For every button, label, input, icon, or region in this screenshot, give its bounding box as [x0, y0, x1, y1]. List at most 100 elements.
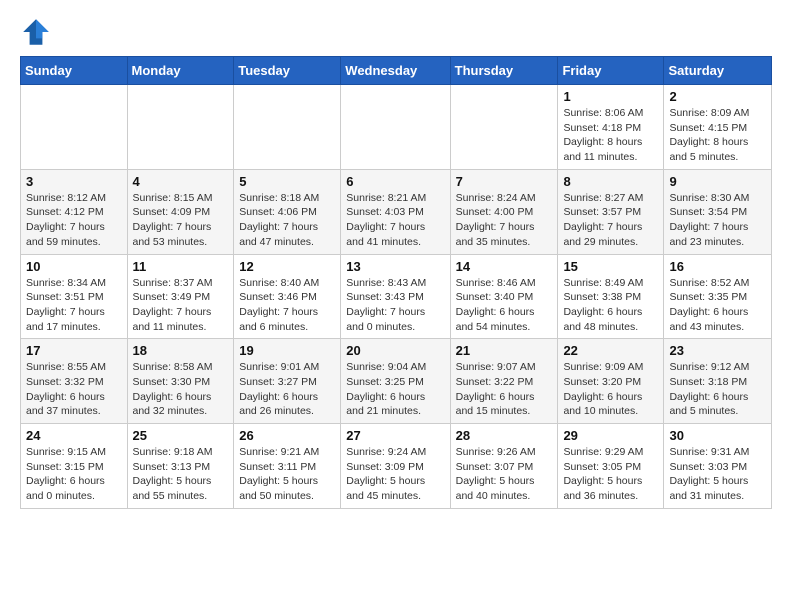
day-info: Sunrise: 9:18 AM Sunset: 3:13 PM Dayligh… [133, 445, 229, 504]
empty-cell [341, 85, 450, 170]
day-info: Sunrise: 8:34 AM Sunset: 3:51 PM Dayligh… [26, 276, 122, 335]
day-number: 1 [563, 89, 658, 104]
day-number: 16 [669, 259, 766, 274]
empty-cell [450, 85, 558, 170]
day-cell-1: 1 Sunrise: 8:06 AM Sunset: 4:18 PM Daylig… [558, 85, 664, 170]
weekday-header-row: SundayMondayTuesdayWednesdayThursdayFrid… [21, 57, 772, 85]
day-info: Sunrise: 8:27 AM Sunset: 3:57 PM Dayligh… [563, 191, 658, 250]
day-number: 8 [563, 174, 658, 189]
day-cell-25: 25 Sunrise: 9:18 AM Sunset: 3:13 PM Dayli… [127, 424, 234, 509]
day-info: Sunrise: 8:55 AM Sunset: 3:32 PM Dayligh… [26, 360, 122, 419]
empty-cell [21, 85, 128, 170]
day-cell-4: 4Sunrise: 8:15 AM Sunset: 4:09 PM Daylig… [127, 169, 234, 254]
day-number: 27 [346, 428, 444, 443]
day-number: 15 [563, 259, 658, 274]
day-cell-15: 15 Sunrise: 8:49 AM Sunset: 3:38 PM Dayli… [558, 254, 664, 339]
day-cell-21: 21 Sunrise: 9:07 AM Sunset: 3:22 PM Dayli… [450, 339, 558, 424]
day-cell-18: 18 Sunrise: 8:58 AM Sunset: 3:30 PM Dayli… [127, 339, 234, 424]
day-cell-3: 3 Sunrise: 8:12 AM Sunset: 4:12 PM Daylig… [21, 169, 128, 254]
day-cell-6: 6 Sunrise: 8:21 AM Sunset: 4:03 PM Daylig… [341, 169, 450, 254]
day-number: 28 [456, 428, 553, 443]
day-info: Sunrise: 9:21 AM Sunset: 3:11 PM Dayligh… [239, 445, 335, 504]
day-info: Sunrise: 8:30 AM Sunset: 3:54 PM Dayligh… [669, 191, 766, 250]
day-info: Sunrise: 9:24 AM Sunset: 3:09 PM Dayligh… [346, 445, 444, 504]
logo [20, 16, 56, 48]
day-cell-8: 8 Sunrise: 8:27 AM Sunset: 3:57 PM Daylig… [558, 169, 664, 254]
day-cell-9: 9 Sunrise: 8:30 AM Sunset: 3:54 PM Daylig… [664, 169, 772, 254]
day-number: 6 [346, 174, 444, 189]
day-cell-7: 7 Sunrise: 8:24 AM Sunset: 4:00 PM Daylig… [450, 169, 558, 254]
page-header [20, 16, 772, 48]
day-info: Sunrise: 9:12 AM Sunset: 3:18 PM Dayligh… [669, 360, 766, 419]
day-cell-30: 30Sunrise: 9:31 AM Sunset: 3:03 PM Dayli… [664, 424, 772, 509]
weekday-header-thursday: Thursday [450, 57, 558, 85]
day-number: 25 [133, 428, 229, 443]
day-info: Sunrise: 8:09 AM Sunset: 4:15 PM Dayligh… [669, 106, 766, 165]
day-number: 9 [669, 174, 766, 189]
day-cell-26: 26 Sunrise: 9:21 AM Sunset: 3:11 PM Dayli… [234, 424, 341, 509]
day-cell-20: 20 Sunrise: 9:04 AM Sunset: 3:25 PM Dayli… [341, 339, 450, 424]
day-cell-5: 5 Sunrise: 8:18 AM Sunset: 4:06 PM Daylig… [234, 169, 341, 254]
day-cell-23: 23Sunrise: 9:12 AM Sunset: 3:18 PM Dayli… [664, 339, 772, 424]
day-cell-29: 29Sunrise: 9:29 AM Sunset: 3:05 PM Dayli… [558, 424, 664, 509]
day-number: 10 [26, 259, 122, 274]
day-number: 3 [26, 174, 122, 189]
day-number: 18 [133, 343, 229, 358]
weekday-header-wednesday: Wednesday [341, 57, 450, 85]
day-number: 29 [563, 428, 658, 443]
day-info: Sunrise: 8:06 AM Sunset: 4:18 PM Dayligh… [563, 106, 658, 165]
day-cell-13: 13Sunrise: 8:43 AM Sunset: 3:43 PM Dayli… [341, 254, 450, 339]
day-number: 19 [239, 343, 335, 358]
day-number: 24 [26, 428, 122, 443]
day-cell-16: 16 Sunrise: 8:52 AM Sunset: 3:35 PM Dayli… [664, 254, 772, 339]
week-row: 24 Sunrise: 9:15 AM Sunset: 3:15 PM Dayli… [21, 424, 772, 509]
week-row: 3 Sunrise: 8:12 AM Sunset: 4:12 PM Daylig… [21, 169, 772, 254]
calendar-table: SundayMondayTuesdayWednesdayThursdayFrid… [20, 56, 772, 509]
day-number: 12 [239, 259, 335, 274]
week-row: 10 Sunrise: 8:34 AM Sunset: 3:51 PM Dayli… [21, 254, 772, 339]
weekday-header-monday: Monday [127, 57, 234, 85]
day-cell-28: 28Sunrise: 9:26 AM Sunset: 3:07 PM Dayli… [450, 424, 558, 509]
day-number: 26 [239, 428, 335, 443]
day-number: 4 [133, 174, 229, 189]
day-info: Sunrise: 9:04 AM Sunset: 3:25 PM Dayligh… [346, 360, 444, 419]
day-cell-19: 19Sunrise: 9:01 AM Sunset: 3:27 PM Dayli… [234, 339, 341, 424]
day-info: Sunrise: 8:52 AM Sunset: 3:35 PM Dayligh… [669, 276, 766, 335]
day-info: Sunrise: 8:40 AM Sunset: 3:46 PM Dayligh… [239, 276, 335, 335]
weekday-header-tuesday: Tuesday [234, 57, 341, 85]
day-info: Sunrise: 8:12 AM Sunset: 4:12 PM Dayligh… [26, 191, 122, 250]
day-number: 2 [669, 89, 766, 104]
day-info: Sunrise: 8:46 AM Sunset: 3:40 PM Dayligh… [456, 276, 553, 335]
day-cell-17: 17 Sunrise: 8:55 AM Sunset: 3:32 PM Dayli… [21, 339, 128, 424]
weekday-header-friday: Friday [558, 57, 664, 85]
week-row: 1 Sunrise: 8:06 AM Sunset: 4:18 PM Daylig… [21, 85, 772, 170]
day-number: 7 [456, 174, 553, 189]
day-info: Sunrise: 9:31 AM Sunset: 3:03 PM Dayligh… [669, 445, 766, 504]
day-cell-10: 10 Sunrise: 8:34 AM Sunset: 3:51 PM Dayli… [21, 254, 128, 339]
day-number: 22 [563, 343, 658, 358]
day-cell-11: 11 Sunrise: 8:37 AM Sunset: 3:49 PM Dayli… [127, 254, 234, 339]
day-info: Sunrise: 8:43 AM Sunset: 3:43 PM Dayligh… [346, 276, 444, 335]
day-info: Sunrise: 8:49 AM Sunset: 3:38 PM Dayligh… [563, 276, 658, 335]
empty-cell [127, 85, 234, 170]
day-number: 20 [346, 343, 444, 358]
day-info: Sunrise: 8:24 AM Sunset: 4:00 PM Dayligh… [456, 191, 553, 250]
day-info: Sunrise: 9:07 AM Sunset: 3:22 PM Dayligh… [456, 360, 553, 419]
day-info: Sunrise: 9:15 AM Sunset: 3:15 PM Dayligh… [26, 445, 122, 504]
day-cell-14: 14 Sunrise: 8:46 AM Sunset: 3:40 PM Dayli… [450, 254, 558, 339]
week-row: 17 Sunrise: 8:55 AM Sunset: 3:32 PM Dayli… [21, 339, 772, 424]
day-cell-22: 22Sunrise: 9:09 AM Sunset: 3:20 PM Dayli… [558, 339, 664, 424]
day-number: 14 [456, 259, 553, 274]
day-cell-12: 12 Sunrise: 8:40 AM Sunset: 3:46 PM Dayli… [234, 254, 341, 339]
day-info: Sunrise: 8:18 AM Sunset: 4:06 PM Dayligh… [239, 191, 335, 250]
day-cell-24: 24 Sunrise: 9:15 AM Sunset: 3:15 PM Dayli… [21, 424, 128, 509]
logo-icon [20, 16, 52, 48]
day-info: Sunrise: 8:21 AM Sunset: 4:03 PM Dayligh… [346, 191, 444, 250]
day-number: 5 [239, 174, 335, 189]
day-number: 11 [133, 259, 229, 274]
day-info: Sunrise: 8:58 AM Sunset: 3:30 PM Dayligh… [133, 360, 229, 419]
day-info: Sunrise: 8:37 AM Sunset: 3:49 PM Dayligh… [133, 276, 229, 335]
day-cell-2: 2 Sunrise: 8:09 AM Sunset: 4:15 PM Daylig… [664, 85, 772, 170]
day-number: 17 [26, 343, 122, 358]
day-number: 21 [456, 343, 553, 358]
